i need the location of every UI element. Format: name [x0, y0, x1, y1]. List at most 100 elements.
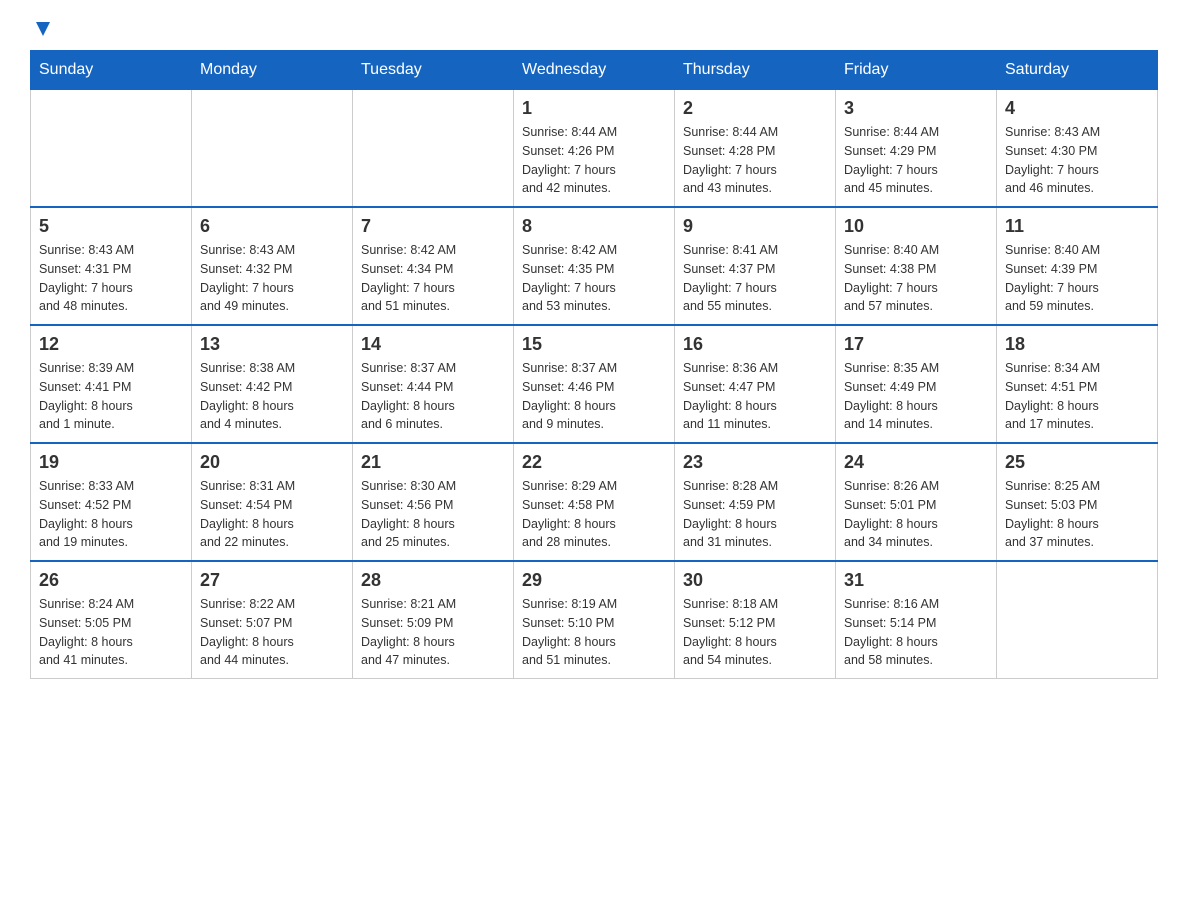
day-info: Sunrise: 8:43 AM Sunset: 4:30 PM Dayligh…	[1005, 123, 1149, 198]
day-number: 7	[361, 216, 505, 237]
day-info: Sunrise: 8:43 AM Sunset: 4:31 PM Dayligh…	[39, 241, 183, 316]
calendar-cell: 20 Sunrise: 8:31 AM Sunset: 4:54 PM Dayli…	[192, 443, 353, 561]
day-number: 13	[200, 334, 344, 355]
weekday-header-sunday: Sunday	[31, 51, 192, 90]
day-info: Sunrise: 8:40 AM Sunset: 4:38 PM Dayligh…	[844, 241, 988, 316]
calendar-cell: 25 Sunrise: 8:25 AM Sunset: 5:03 PM Dayli…	[997, 443, 1158, 561]
day-info: Sunrise: 8:24 AM Sunset: 5:05 PM Dayligh…	[39, 595, 183, 670]
day-number: 18	[1005, 334, 1149, 355]
day-info: Sunrise: 8:35 AM Sunset: 4:49 PM Dayligh…	[844, 359, 988, 434]
calendar-week-row: 5 Sunrise: 8:43 AM Sunset: 4:31 PM Daylig…	[31, 207, 1158, 325]
calendar-cell: 10Sunrise: 8:40 AM Sunset: 4:38 PM Dayli…	[836, 207, 997, 325]
day-number: 20	[200, 452, 344, 473]
calendar-cell: 18 Sunrise: 8:34 AM Sunset: 4:51 PM Dayli…	[997, 325, 1158, 443]
day-info: Sunrise: 8:38 AM Sunset: 4:42 PM Dayligh…	[200, 359, 344, 434]
calendar-table: SundayMondayTuesdayWednesdayThursdayFrid…	[30, 50, 1158, 679]
calendar-cell: 9 Sunrise: 8:41 AM Sunset: 4:37 PM Daylig…	[675, 207, 836, 325]
logo	[30, 20, 54, 40]
calendar-cell: 12 Sunrise: 8:39 AM Sunset: 4:41 PM Dayli…	[31, 325, 192, 443]
day-number: 23	[683, 452, 827, 473]
day-info: Sunrise: 8:34 AM Sunset: 4:51 PM Dayligh…	[1005, 359, 1149, 434]
day-info: Sunrise: 8:31 AM Sunset: 4:54 PM Dayligh…	[200, 477, 344, 552]
day-info: Sunrise: 8:39 AM Sunset: 4:41 PM Dayligh…	[39, 359, 183, 434]
calendar-cell: 29 Sunrise: 8:19 AM Sunset: 5:10 PM Dayli…	[514, 561, 675, 679]
calendar-cell: 27 Sunrise: 8:22 AM Sunset: 5:07 PM Dayli…	[192, 561, 353, 679]
calendar-cell: 24 Sunrise: 8:26 AM Sunset: 5:01 PM Dayli…	[836, 443, 997, 561]
calendar-cell: 22 Sunrise: 8:29 AM Sunset: 4:58 PM Dayli…	[514, 443, 675, 561]
day-info: Sunrise: 8:22 AM Sunset: 5:07 PM Dayligh…	[200, 595, 344, 670]
calendar-cell: 4 Sunrise: 8:43 AM Sunset: 4:30 PM Daylig…	[997, 90, 1158, 208]
calendar-cell: 17 Sunrise: 8:35 AM Sunset: 4:49 PM Dayli…	[836, 325, 997, 443]
day-info: Sunrise: 8:37 AM Sunset: 4:46 PM Dayligh…	[522, 359, 666, 434]
calendar-week-row: 26 Sunrise: 8:24 AM Sunset: 5:05 PM Dayli…	[31, 561, 1158, 679]
day-number: 29	[522, 570, 666, 591]
weekday-header-wednesday: Wednesday	[514, 51, 675, 90]
weekday-header-monday: Monday	[192, 51, 353, 90]
day-number: 12	[39, 334, 183, 355]
day-number: 4	[1005, 98, 1149, 119]
day-number: 1	[522, 98, 666, 119]
day-number: 5	[39, 216, 183, 237]
calendar-cell: 19Sunrise: 8:33 AM Sunset: 4:52 PM Dayli…	[31, 443, 192, 561]
calendar-cell: 8 Sunrise: 8:42 AM Sunset: 4:35 PM Daylig…	[514, 207, 675, 325]
day-info: Sunrise: 8:16 AM Sunset: 5:14 PM Dayligh…	[844, 595, 988, 670]
calendar-cell: 3 Sunrise: 8:44 AM Sunset: 4:29 PM Daylig…	[836, 90, 997, 208]
day-number: 3	[844, 98, 988, 119]
day-info: Sunrise: 8:36 AM Sunset: 4:47 PM Dayligh…	[683, 359, 827, 434]
day-number: 30	[683, 570, 827, 591]
day-info: Sunrise: 8:30 AM Sunset: 4:56 PM Dayligh…	[361, 477, 505, 552]
weekday-header-friday: Friday	[836, 51, 997, 90]
day-info: Sunrise: 8:37 AM Sunset: 4:44 PM Dayligh…	[361, 359, 505, 434]
calendar-cell: 28 Sunrise: 8:21 AM Sunset: 5:09 PM Dayli…	[353, 561, 514, 679]
calendar-cell: 11 Sunrise: 8:40 AM Sunset: 4:39 PM Dayli…	[997, 207, 1158, 325]
day-number: 25	[1005, 452, 1149, 473]
calendar-cell	[31, 90, 192, 208]
logo-triangle-icon	[32, 18, 54, 40]
day-info: Sunrise: 8:44 AM Sunset: 4:28 PM Dayligh…	[683, 123, 827, 198]
day-number: 28	[361, 570, 505, 591]
calendar-cell: 13 Sunrise: 8:38 AM Sunset: 4:42 PM Dayli…	[192, 325, 353, 443]
weekday-header-saturday: Saturday	[997, 51, 1158, 90]
calendar-cell: 5 Sunrise: 8:43 AM Sunset: 4:31 PM Daylig…	[31, 207, 192, 325]
day-info: Sunrise: 8:42 AM Sunset: 4:35 PM Dayligh…	[522, 241, 666, 316]
calendar-cell: 31 Sunrise: 8:16 AM Sunset: 5:14 PM Dayli…	[836, 561, 997, 679]
day-number: 24	[844, 452, 988, 473]
day-number: 22	[522, 452, 666, 473]
day-number: 15	[522, 334, 666, 355]
calendar-cell: 30 Sunrise: 8:18 AM Sunset: 5:12 PM Dayli…	[675, 561, 836, 679]
day-info: Sunrise: 8:33 AM Sunset: 4:52 PM Dayligh…	[39, 477, 183, 552]
page-header	[30, 20, 1158, 40]
day-info: Sunrise: 8:41 AM Sunset: 4:37 PM Dayligh…	[683, 241, 827, 316]
day-number: 17	[844, 334, 988, 355]
weekday-header-tuesday: Tuesday	[353, 51, 514, 90]
day-number: 8	[522, 216, 666, 237]
day-number: 11	[1005, 216, 1149, 237]
calendar-cell	[997, 561, 1158, 679]
day-info: Sunrise: 8:21 AM Sunset: 5:09 PM Dayligh…	[361, 595, 505, 670]
day-info: Sunrise: 8:40 AM Sunset: 4:39 PM Dayligh…	[1005, 241, 1149, 316]
day-number: 31	[844, 570, 988, 591]
day-number: 26	[39, 570, 183, 591]
calendar-cell: 23 Sunrise: 8:28 AM Sunset: 4:59 PM Dayli…	[675, 443, 836, 561]
calendar-cell	[192, 90, 353, 208]
calendar-cell: 6Sunrise: 8:43 AM Sunset: 4:32 PM Daylig…	[192, 207, 353, 325]
day-info: Sunrise: 8:18 AM Sunset: 5:12 PM Dayligh…	[683, 595, 827, 670]
calendar-cell: 7Sunrise: 8:42 AM Sunset: 4:34 PM Daylig…	[353, 207, 514, 325]
calendar-header-row: SundayMondayTuesdayWednesdayThursdayFrid…	[31, 51, 1158, 90]
calendar-cell: 15 Sunrise: 8:37 AM Sunset: 4:46 PM Dayli…	[514, 325, 675, 443]
day-number: 2	[683, 98, 827, 119]
day-info: Sunrise: 8:43 AM Sunset: 4:32 PM Dayligh…	[200, 241, 344, 316]
calendar-cell: 16 Sunrise: 8:36 AM Sunset: 4:47 PM Dayli…	[675, 325, 836, 443]
weekday-header-thursday: Thursday	[675, 51, 836, 90]
day-info: Sunrise: 8:44 AM Sunset: 4:29 PM Dayligh…	[844, 123, 988, 198]
day-info: Sunrise: 8:28 AM Sunset: 4:59 PM Dayligh…	[683, 477, 827, 552]
day-info: Sunrise: 8:29 AM Sunset: 4:58 PM Dayligh…	[522, 477, 666, 552]
calendar-week-row: 1 Sunrise: 8:44 AM Sunset: 4:26 PM Daylig…	[31, 90, 1158, 208]
day-number: 9	[683, 216, 827, 237]
day-info: Sunrise: 8:19 AM Sunset: 5:10 PM Dayligh…	[522, 595, 666, 670]
day-number: 27	[200, 570, 344, 591]
day-info: Sunrise: 8:25 AM Sunset: 5:03 PM Dayligh…	[1005, 477, 1149, 552]
day-info: Sunrise: 8:44 AM Sunset: 4:26 PM Dayligh…	[522, 123, 666, 198]
day-info: Sunrise: 8:26 AM Sunset: 5:01 PM Dayligh…	[844, 477, 988, 552]
day-number: 16	[683, 334, 827, 355]
